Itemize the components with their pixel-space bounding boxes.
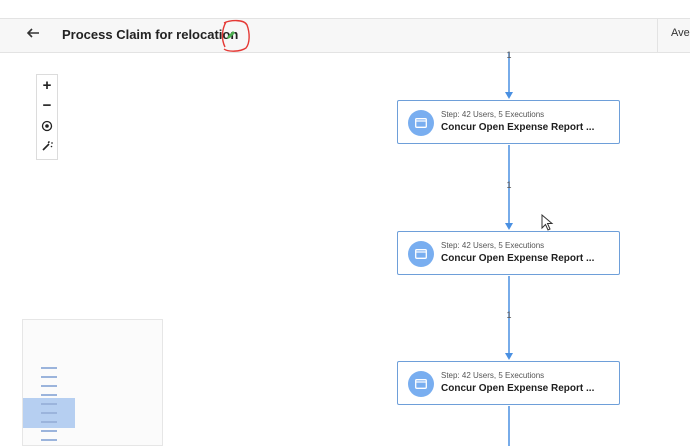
minimap-node (41, 376, 57, 378)
step-stats: Step: 42 Users, 5 Executions (441, 371, 545, 380)
auto-layout-button[interactable] (37, 137, 57, 157)
minimap[interactable] (22, 319, 163, 446)
process-title: Process Claim for relocation (62, 27, 239, 42)
arrow-left-icon (26, 28, 39, 38)
back-button[interactable] (26, 26, 42, 42)
recenter-button[interactable] (37, 117, 57, 137)
mouse-cursor-icon (541, 214, 554, 231)
minus-icon: − (42, 97, 52, 114)
minimap-node (41, 430, 57, 432)
step-name: Concur Open Expense Report ... (441, 253, 595, 264)
step-name: Concur Open Expense Report ... (441, 383, 595, 394)
magic-wand-icon (42, 141, 53, 151)
zoom-in-button[interactable]: + (37, 76, 57, 96)
process-header: Process Claim for relocation Aver (0, 18, 690, 53)
minimap-node (41, 439, 57, 441)
step-node[interactable]: Step: 42 Users, 5 Executions Concur Open… (397, 100, 620, 144)
window-icon (408, 371, 434, 397)
minimap-node (41, 385, 57, 387)
header-divider (657, 19, 658, 52)
connector-count-label: 1 (506, 310, 512, 320)
average-tab[interactable]: Aver (671, 27, 690, 39)
connector-count-label: 1 (506, 180, 512, 190)
plus-icon: + (42, 77, 52, 94)
zoom-controls: + − (36, 74, 58, 160)
step-node[interactable]: Step: 42 Users, 5 Executions Concur Open… (397, 361, 620, 405)
zoom-out-button[interactable]: − (37, 96, 57, 116)
step-node[interactable]: Step: 42 Users, 5 Executions Concur Open… (397, 231, 620, 275)
pencil-icon (227, 31, 235, 39)
edit-title-button[interactable] (225, 28, 239, 42)
window-icon (408, 110, 434, 136)
target-icon (41, 120, 53, 132)
minimap-node (41, 412, 57, 414)
minimap-node (41, 394, 57, 396)
step-stats: Step: 42 Users, 5 Executions (441, 110, 545, 119)
window-icon (408, 241, 434, 267)
minimap-node (41, 367, 57, 369)
connector-count-label: 1 (506, 50, 512, 60)
minimap-node (41, 421, 57, 423)
minimap-node (41, 403, 57, 405)
step-stats: Step: 42 Users, 5 Executions (441, 241, 545, 250)
step-name: Concur Open Expense Report ... (441, 122, 595, 133)
